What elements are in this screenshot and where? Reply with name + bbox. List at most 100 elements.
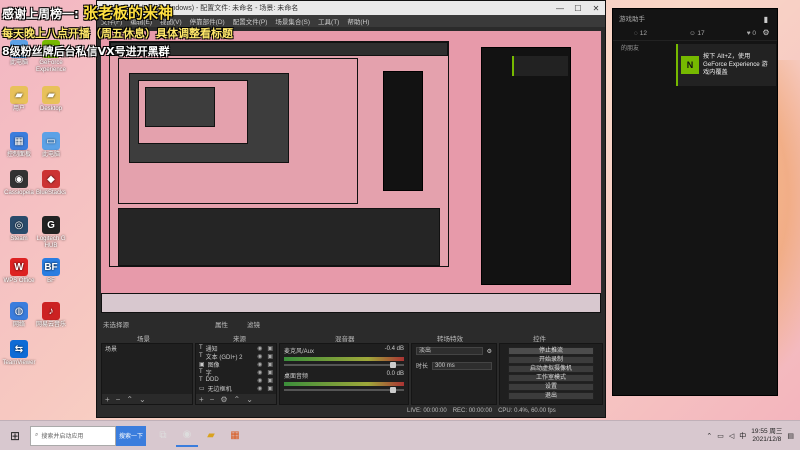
clock-time: 19:55 周三 [751, 427, 783, 435]
obs-taskbar-icon[interactable]: ◉ [176, 425, 198, 447]
filters-button[interactable]: 滤镜 [247, 319, 260, 329]
bell-icon[interactable]: ▮ [764, 15, 768, 24]
desktop-icon[interactable]: ⇆ TeamViewer [2, 340, 36, 367]
remove-icon[interactable]: − [116, 395, 121, 404]
desktop-icon[interactable]: ▰ Desktop [34, 86, 68, 113]
nested-preview-2 [118, 58, 358, 204]
scenes-dock[interactable]: 场景 + − ⌃ ⌄ [101, 343, 193, 405]
windows-start-icon[interactable]: ⊞ [0, 429, 30, 443]
dock-title-transitions: 转场特效 [437, 336, 463, 343]
desktop-icon[interactable]: W WPS Office [2, 258, 36, 285]
desktop-icon-label: 用户 [12, 106, 25, 112]
lock-icon[interactable]: ▣ [267, 385, 273, 392]
control-button[interactable]: 设置 [508, 383, 594, 391]
task-view-icon[interactable]: ⧉ [152, 425, 174, 447]
add-icon[interactable]: + [105, 395, 110, 404]
close-icon[interactable]: ✕ [587, 4, 605, 13]
clock[interactable]: 19:55 周三 2021/12/8 [751, 428, 782, 444]
move-down-icon[interactable]: ⌄ [139, 395, 146, 404]
menu-item[interactable]: 工具(T) [318, 16, 339, 26]
lock-icon[interactable]: ▣ [267, 369, 273, 376]
desktop-icon-label: 网易云音乐 [35, 322, 66, 328]
gear-icon[interactable]: ⚙ [220, 395, 227, 404]
slider-knob[interactable] [390, 387, 396, 393]
geforce-toast[interactable]: N 按下 Alt+Z，使用 GeForce Experience 游戏内覆盖 [676, 44, 776, 86]
move-down-icon[interactable]: ⌄ [246, 395, 253, 404]
desktop-icon[interactable]: ♪ 网易云音乐 [34, 302, 68, 329]
source-item[interactable]: T 字 ◉ ▣ [196, 368, 276, 377]
desktop-icon[interactable]: ◎ Steam [2, 216, 36, 243]
gear-icon[interactable]: ⚙ [487, 348, 492, 355]
menu-item[interactable]: 帮助(H) [347, 16, 369, 26]
eye-icon[interactable]: ◉ [257, 377, 262, 384]
desktop-icon[interactable]: ◍ 网络 [2, 302, 36, 329]
heart-icon: ♥ [746, 30, 751, 37]
maximize-icon[interactable]: ☐ [569, 4, 587, 13]
app-icon: ▰ [10, 86, 28, 104]
source-item[interactable]: ▭ 无边框机 ◉ ▣ [196, 384, 276, 393]
remove-icon[interactable]: − [210, 395, 215, 404]
overlay-line-3: 8级粉丝牌后台私信VX号进开黑群 [2, 45, 170, 58]
folder-icon[interactable]: ▰ [200, 425, 222, 447]
dock-title-mixer: 混音器 [335, 336, 355, 343]
props-button[interactable]: 属性 [215, 319, 228, 329]
duration-input[interactable]: 300 ms [432, 361, 492, 370]
settings-icon[interactable]: ⚙ [762, 28, 769, 37]
sources-dock[interactable]: T 通知 ◉ ▣ T 文本 (GDI+) 2 ◉ ▣ ▣ 图像 ◉ ▣ T 字 ◉ ▣ T DDD ◉ ▣ ▭ 无边框机 ◉… [195, 343, 277, 405]
lock-icon[interactable]: ▣ [267, 361, 273, 368]
desktop-icon[interactable]: ▰ 用户 [2, 86, 36, 113]
minimize-icon[interactable]: — [551, 4, 569, 13]
taskbar-search-input[interactable]: ⌕ 搜索并启动应用 [30, 425, 116, 446]
move-up-icon[interactable]: ⌃ [126, 395, 133, 404]
app-icon[interactable]: ▦ [224, 425, 246, 447]
rec-status: REC: 00:00:00 [452, 408, 493, 414]
menu-item[interactable]: 场景集合(S) [275, 16, 310, 26]
control-button[interactable]: 工作室模式 [508, 374, 594, 382]
tray-arrow-icon[interactable]: ⌃ [706, 432, 712, 440]
notification-icon[interactable]: ▤ [787, 432, 794, 440]
desktop-icon[interactable]: G Logitech G HUB [34, 216, 68, 250]
volume-icon[interactable]: ◁ [729, 432, 734, 440]
desktop-icon-label: 网络 [12, 322, 25, 328]
controls-dock[interactable]: 停止推流 开始录制 启动虚拟摄像机 工作室模式 设置 退出 [499, 343, 603, 405]
volume-slider[interactable] [284, 387, 404, 393]
eye-icon[interactable]: ◉ [257, 385, 262, 392]
add-icon[interactable]: + [199, 395, 204, 404]
lock-icon[interactable]: ▣ [267, 377, 273, 384]
obs-window[interactable]: OBS 27.1.3 (64-bit, windows) - 配置文件: 未命名… [96, 0, 606, 418]
transition-select[interactable]: 淡出 [416, 347, 483, 355]
dock-title-controls: 控件 [533, 336, 546, 343]
slider-knob[interactable] [390, 362, 396, 368]
desktop-icon[interactable]: ▦ 控制面板 [2, 132, 36, 159]
control-button[interactable]: 停止推流 [508, 347, 594, 355]
app-icon: ⇆ [10, 340, 28, 358]
lock-icon[interactable]: ▣ [267, 345, 273, 352]
menu-item[interactable]: 配置文件(P) [233, 16, 268, 26]
lock-icon[interactable]: ▣ [267, 353, 273, 360]
search-button[interactable]: 搜索一下 [116, 425, 146, 446]
toast-text: 按下 Alt+Z，使用 GeForce Experience 游戏内覆盖 [703, 53, 768, 76]
control-button[interactable]: 启动虚拟摄像机 [508, 365, 594, 373]
desktop-icon[interactable]: ◉ Cassiopeia [2, 170, 36, 197]
transitions-dock[interactable]: 淡出 ⚙ 时长 300 ms [411, 343, 497, 405]
eye-icon[interactable]: ◉ [257, 369, 262, 376]
desktop-icon[interactable]: BF BF [34, 258, 68, 285]
source-type-icon: T [199, 369, 203, 375]
network-icon[interactable]: ▭ [717, 432, 724, 440]
control-button[interactable]: 退出 [508, 392, 594, 400]
mixer-channel: 桌面音频 0.0 dB [280, 369, 408, 393]
scene-item[interactable]: 场景 [102, 344, 192, 353]
ime-icon[interactable]: 中 [739, 431, 746, 441]
desktop-icon-label: 控制面板 [6, 152, 31, 158]
control-button[interactable]: 开始录制 [508, 356, 594, 364]
eye-icon[interactable]: ◉ [257, 361, 262, 368]
overlay-line-1: 感谢上周榜一: 张老板的米神 [2, 2, 233, 23]
move-up-icon[interactable]: ⌃ [234, 395, 241, 404]
desktop-icon[interactable]: ◆ BlueStacks [34, 170, 68, 197]
obs-preview[interactable] [101, 31, 601, 313]
eye-icon[interactable]: ◉ [257, 345, 262, 352]
eye-icon[interactable]: ◉ [257, 353, 262, 360]
desktop-icon[interactable]: ▭ 此电脑 [34, 132, 68, 159]
mixer-dock[interactable]: 麦克风/Aux -0.4 dB 桌面音频 0.0 dB [279, 343, 409, 405]
volume-slider[interactable] [284, 362, 404, 368]
